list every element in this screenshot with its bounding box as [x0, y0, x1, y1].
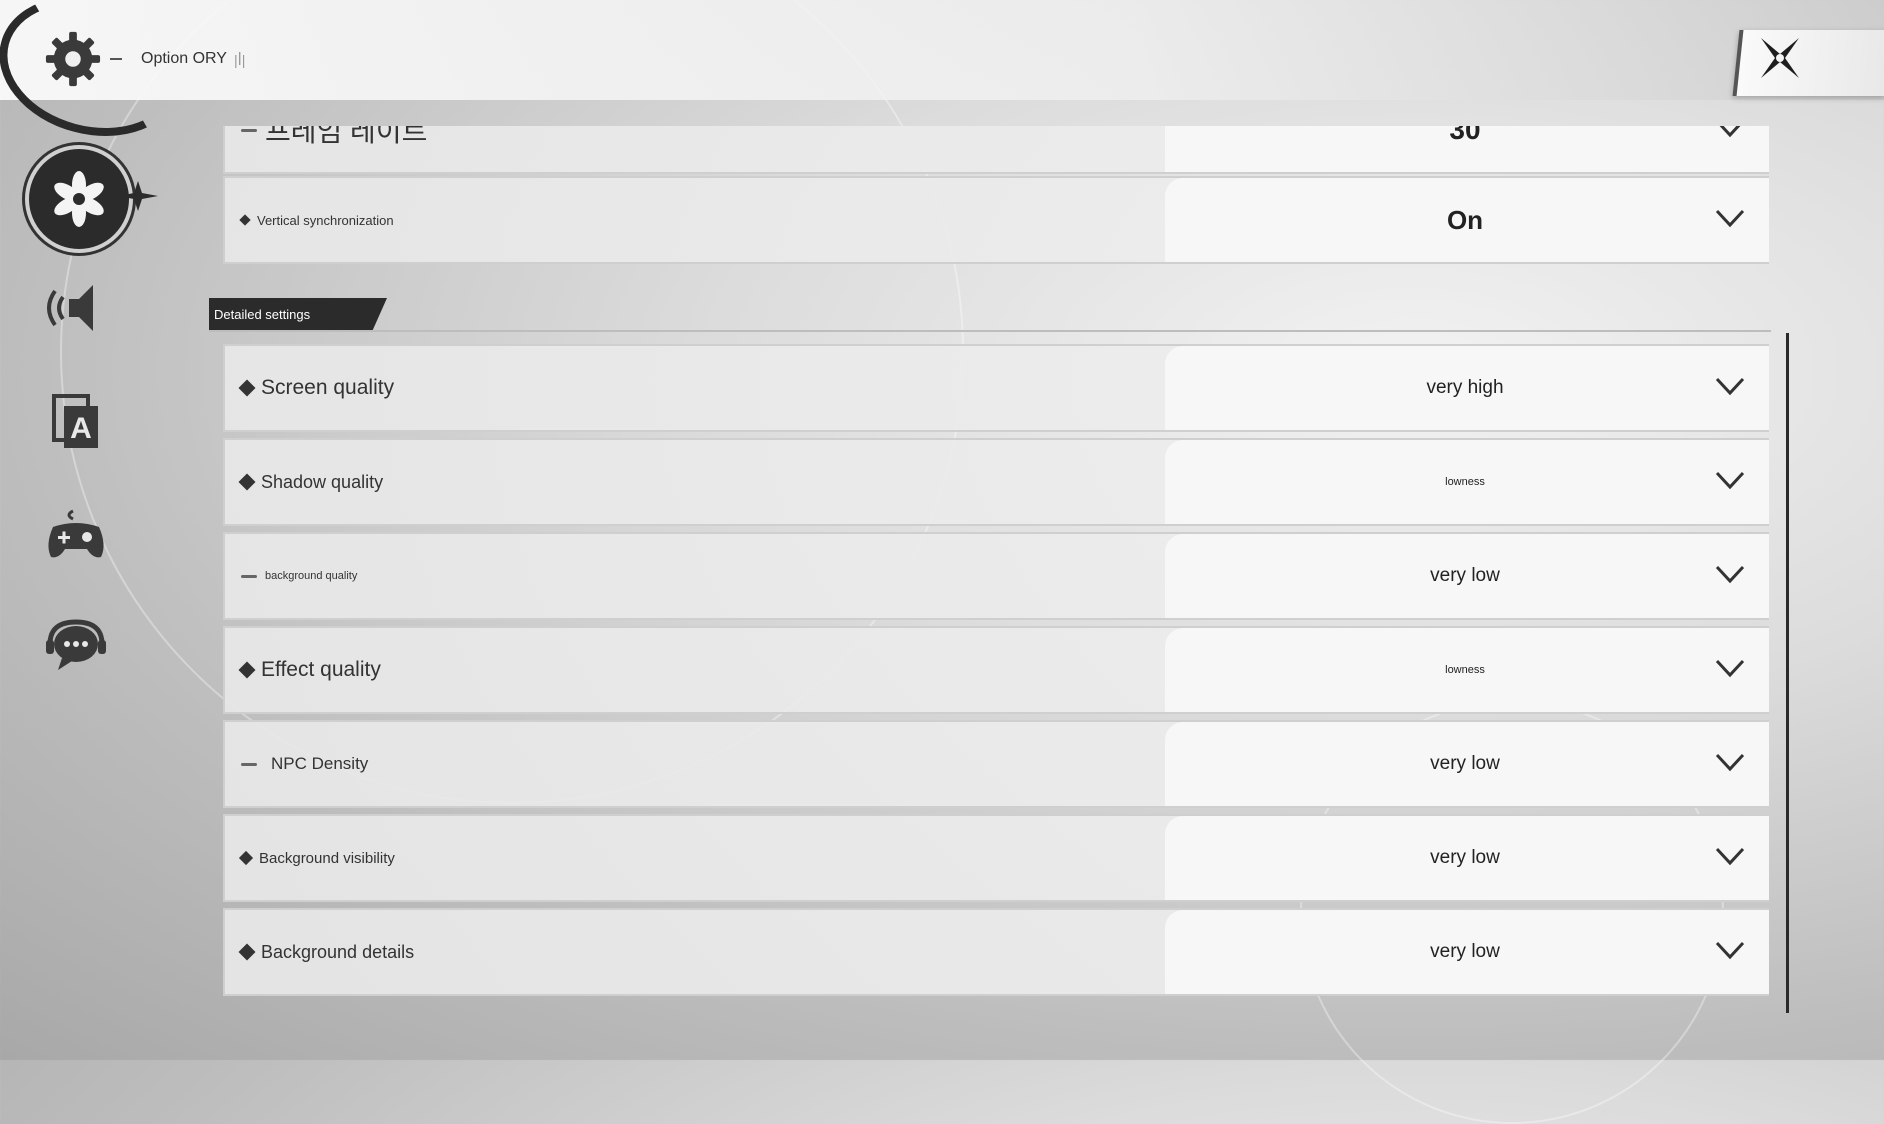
diamond-icon: [238, 473, 256, 491]
sparkle-icon: [118, 181, 158, 211]
setting-value: On: [1446, 204, 1484, 235]
setting-value: very low: [1430, 941, 1500, 962]
chevron-down-icon[interactable]: [1715, 376, 1745, 396]
chevron-down-icon[interactable]: [1715, 470, 1745, 490]
setting-dropdown[interactable]: very low: [1165, 534, 1769, 618]
chevron-down-icon[interactable]: [1715, 564, 1745, 584]
setting-dropdown[interactable]: lowness: [1165, 440, 1769, 524]
setting-label-text: Background visibility: [259, 849, 395, 867]
chevron-down-icon[interactable]: [1715, 126, 1745, 138]
setting-row-screen-quality[interactable]: Screen quality very high: [223, 344, 1769, 432]
setting-row-background-details[interactable]: Background details very low: [223, 908, 1769, 996]
setting-value: lowness: [1445, 664, 1485, 676]
setting-label-text: background quality: [265, 570, 358, 582]
setting-value: very low: [1430, 565, 1500, 586]
dash-icon: [241, 574, 257, 578]
setting-dropdown[interactable]: lowness: [1165, 628, 1769, 712]
chevron-down-icon[interactable]: [1715, 846, 1745, 866]
settings-panel: 프레임 레이트 30 Vertical synchronization On S…: [223, 126, 1771, 1000]
setting-label-text: 프레임 레이트: [265, 126, 428, 147]
chat-headset-icon: [46, 619, 106, 670]
setting-dropdown[interactable]: very low: [1165, 816, 1769, 900]
setting-value: lowness: [1445, 476, 1485, 488]
svg-text:A: A: [70, 412, 92, 445]
setting-label-text: Background details: [261, 941, 415, 962]
setting-label: Effect quality: [238, 628, 381, 712]
setting-label-text: NPC Density: [271, 754, 369, 773]
setting-label: NPC Density: [241, 722, 368, 806]
setting-label: Background visibility: [238, 816, 395, 900]
diamond-icon: [238, 850, 254, 866]
sidebar-item-language[interactable]: A: [40, 386, 112, 458]
setting-label-text: Screen quality: [261, 376, 395, 399]
setting-label: Screen quality: [238, 346, 395, 430]
setting-label-text: Shadow quality: [261, 471, 384, 492]
setting-row-background-visibility[interactable]: Background visibility very low: [223, 814, 1769, 902]
setting-label: background quality: [241, 534, 357, 618]
window-title: Option ORY: [141, 50, 227, 67]
scrollbar[interactable]: [1786, 333, 1789, 1013]
setting-label-text: Vertical synchronization: [257, 212, 394, 228]
setting-row-shadow-quality[interactable]: Shadow quality lowness: [223, 438, 1769, 526]
diamond-icon: [238, 943, 256, 961]
setting-dropdown[interactable]: very high: [1165, 346, 1769, 430]
chevron-down-icon[interactable]: [1715, 208, 1745, 228]
diamond-icon: [238, 661, 256, 679]
setting-label: Shadow quality: [238, 440, 384, 524]
setting-row-vsync[interactable]: Vertical synchronization On: [223, 176, 1769, 264]
flower-gear-icon: [54, 171, 129, 227]
title-dash: [110, 58, 122, 60]
setting-dropdown[interactable]: very low: [1165, 722, 1769, 806]
setting-dropdown[interactable]: On: [1165, 178, 1769, 262]
gear-icon: [45, 31, 101, 87]
language-a-icon: A: [52, 394, 98, 448]
setting-dropdown[interactable]: 30: [1165, 126, 1769, 172]
sidebar-item-support[interactable]: [40, 610, 112, 682]
chevron-down-icon[interactable]: [1715, 940, 1745, 960]
setting-label: Vertical synchronization: [239, 178, 394, 262]
setting-row-background-quality[interactable]: background quality very low: [223, 532, 1769, 620]
setting-row-frame-rate[interactable]: 프레임 레이트 30: [223, 126, 1769, 174]
setting-row-npc-density[interactable]: NPC Density very low: [223, 720, 1769, 808]
setting-row-effect-quality[interactable]: Effect quality lowness: [223, 626, 1769, 714]
close-icon[interactable]: [1755, 32, 1805, 84]
chevron-down-icon[interactable]: [1715, 658, 1745, 678]
speaker-icon: [47, 285, 93, 331]
dash-icon: [241, 762, 257, 766]
diamond-icon: [239, 214, 251, 226]
title-mark: |ꟾ|: [234, 52, 246, 68]
gamepad-icon: [48, 509, 104, 558]
setting-dropdown[interactable]: very low: [1165, 910, 1769, 994]
diamond-icon: [238, 379, 256, 397]
setting-label-text: Effect quality: [261, 658, 381, 681]
setting-value: very low: [1430, 847, 1500, 868]
dash-icon: [241, 128, 257, 132]
top-bar: [0, 0, 1884, 100]
chevron-down-icon[interactable]: [1715, 752, 1745, 772]
setting-value: 30: [1449, 126, 1481, 145]
setting-value: very low: [1430, 753, 1500, 774]
setting-value: very high: [1426, 377, 1504, 398]
section-divider: [209, 330, 1771, 332]
setting-label: 프레임 레이트: [241, 126, 427, 172]
section-title: Detailed settings: [214, 307, 311, 322]
setting-label: Background details: [238, 910, 415, 994]
sidebar-item-controls[interactable]: [40, 497, 112, 569]
sidebar-item-sound[interactable]: [40, 272, 112, 344]
sidebar-item-graphics[interactable]: [25, 145, 133, 253]
